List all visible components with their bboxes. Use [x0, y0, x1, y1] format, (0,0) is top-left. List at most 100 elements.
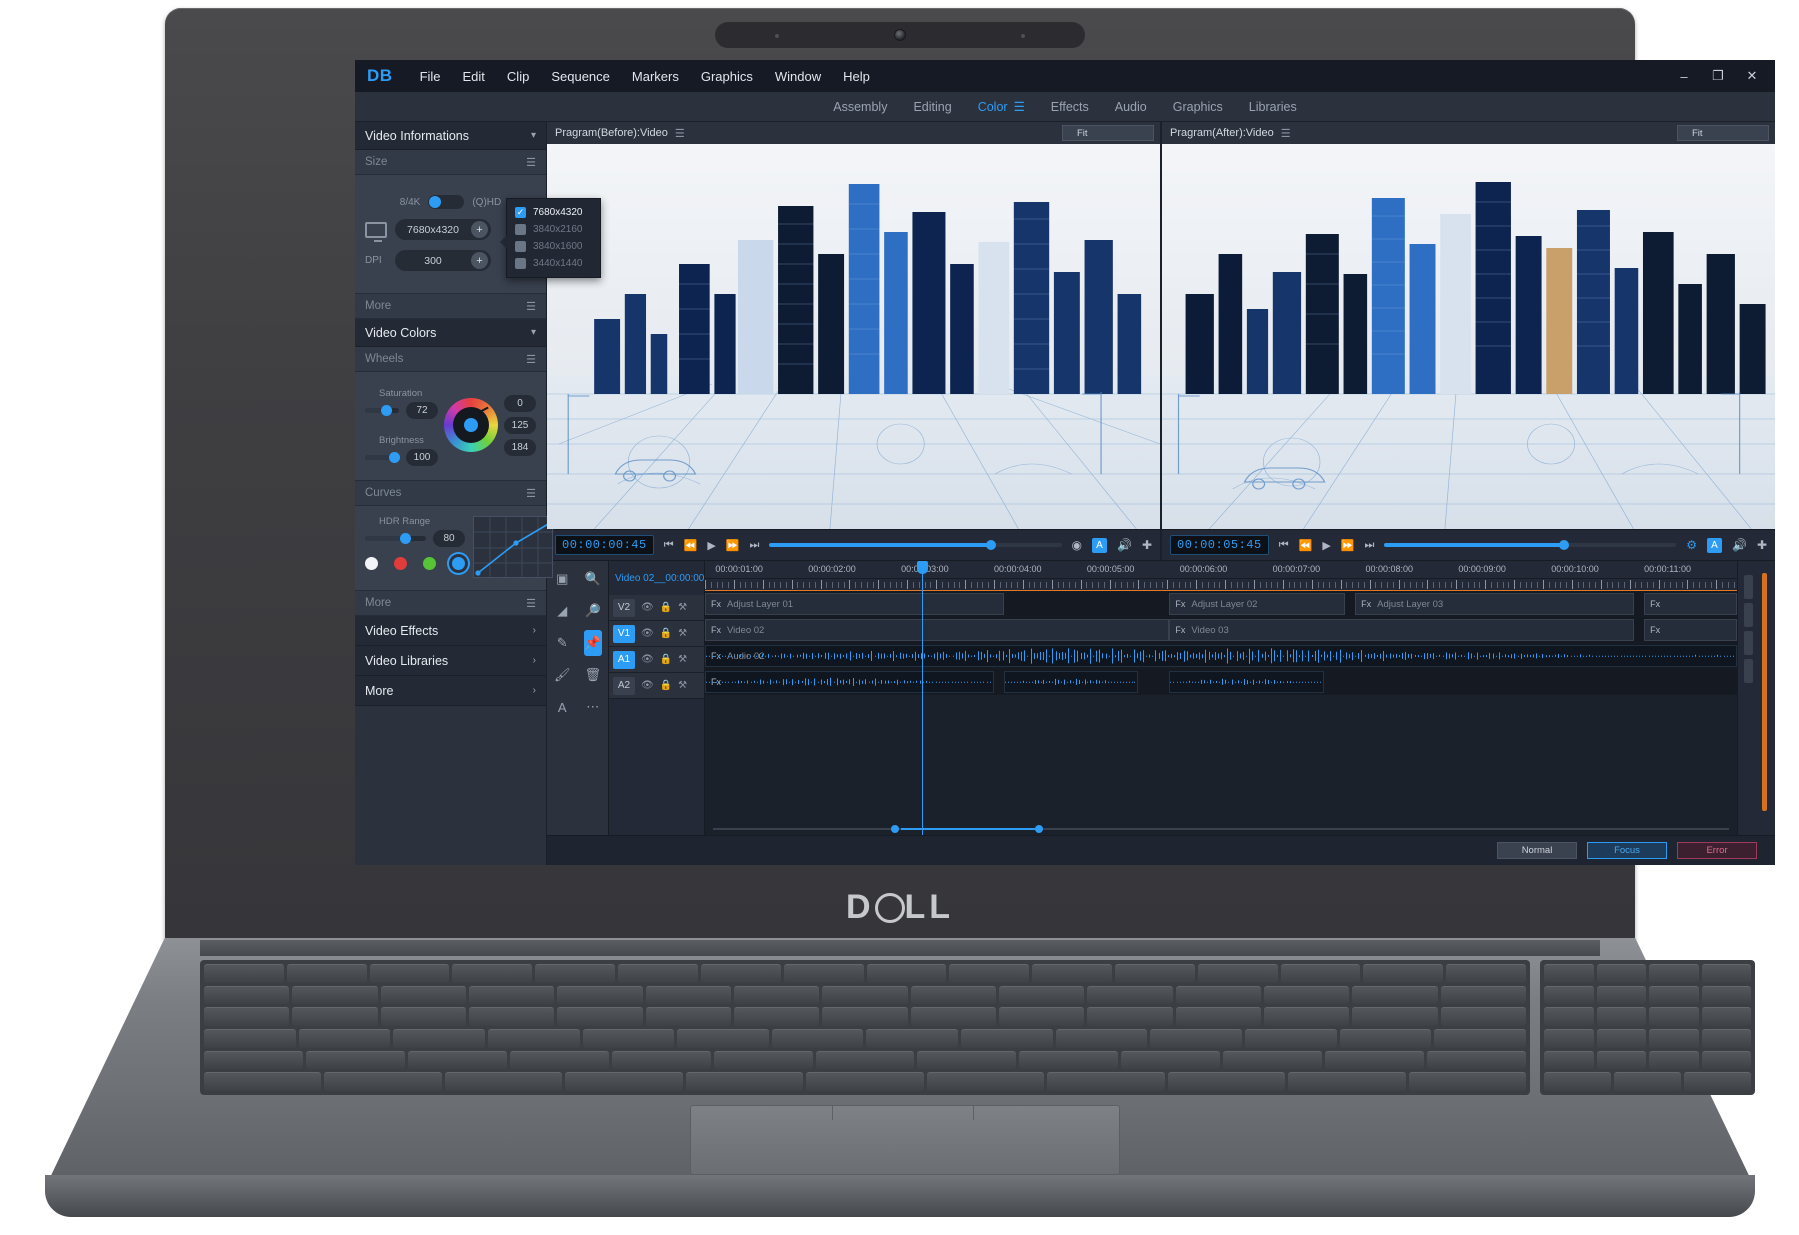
- resolution-dropdown[interactable]: 7680x4320 3840x2160 3840x1600: [506, 198, 601, 278]
- keyboard-key[interactable]: [1115, 964, 1195, 983]
- volume-icon[interactable]: 🔊: [1732, 538, 1747, 552]
- keyboard-key[interactable]: [469, 1007, 554, 1026]
- numpad-key[interactable]: [1544, 1072, 1611, 1091]
- keyboard-key[interactable]: [646, 986, 731, 1005]
- play-icon[interactable]: ▶: [1322, 539, 1330, 552]
- subsection-wheels[interactable]: Wheels ☰: [355, 347, 546, 372]
- keyboard-key[interactable]: [911, 986, 996, 1005]
- settings-icon[interactable]: ✚: [1142, 538, 1152, 552]
- hdr-range-slider[interactable]: [365, 536, 426, 541]
- chevron-down-icon[interactable]: ▾: [531, 327, 536, 338]
- timeline-clip[interactable]: FxAdjust Layer 03: [1355, 593, 1634, 615]
- keyboard-key[interactable]: [806, 1072, 923, 1091]
- keyboard-key[interactable]: [557, 1007, 642, 1026]
- keyboard-key[interactable]: [999, 1007, 1084, 1026]
- numpad-key[interactable]: [1544, 986, 1594, 1005]
- keyboard-key[interactable]: [445, 1072, 562, 1091]
- scrubber-before[interactable]: [769, 543, 1061, 547]
- saturation-value[interactable]: 72: [406, 402, 438, 419]
- timeline-clip-audio[interactable]: Fx: [705, 671, 994, 693]
- numpad-key[interactable]: [1649, 1029, 1699, 1048]
- dropdown-option-3840x1600[interactable]: 3840x1600: [511, 238, 596, 255]
- step-forward-icon[interactable]: ⏩: [726, 539, 740, 552]
- keyboard-key[interactable]: [1245, 1029, 1337, 1048]
- numpad-key[interactable]: [1649, 986, 1699, 1005]
- eye-icon[interactable]: 👁: [641, 628, 654, 639]
- numpad-key[interactable]: [1649, 1051, 1699, 1070]
- keyboard-key[interactable]: [1427, 1051, 1526, 1070]
- keyboard-key[interactable]: [324, 1072, 441, 1091]
- keyboard-key[interactable]: [557, 986, 642, 1005]
- time-ruler[interactable]: 00:00:01:00 00:00:02:00 00:00:03:00 00:0…: [705, 561, 1737, 579]
- keyboard-key[interactable]: [1409, 1072, 1526, 1091]
- keyboard-key[interactable]: [1363, 964, 1443, 983]
- tools-icon[interactable]: ⚒: [678, 680, 687, 691]
- keyboard-key[interactable]: [911, 1007, 996, 1026]
- track-header-a2[interactable]: A2 👁 🔒 ⚒: [609, 673, 704, 699]
- lane-v2[interactable]: FxAdjust Layer 01 FxAdjust Layer 02 FxAd…: [705, 591, 1737, 617]
- sidebar-item-video-libraries[interactable]: Video Libraries ›: [355, 646, 546, 676]
- eye-icon[interactable]: 👁: [641, 680, 654, 691]
- subsection-size[interactable]: Size ☰: [355, 150, 546, 175]
- chevron-down-icon[interactable]: ▾: [531, 130, 536, 141]
- lock-icon[interactable]: 🔒: [660, 628, 672, 639]
- tools-icon[interactable]: ⚒: [678, 628, 687, 639]
- keyboard-key[interactable]: [701, 964, 781, 983]
- keyboard-key[interactable]: [1056, 1029, 1148, 1048]
- keyboard-key[interactable]: [1019, 1051, 1118, 1070]
- subsection-more-colors[interactable]: More ☰: [355, 591, 546, 616]
- timeline-clip-audio[interactable]: [1169, 671, 1324, 693]
- tab-overflow-icon[interactable]: ☰: [1014, 99, 1025, 114]
- keyboard-key[interactable]: [866, 1029, 958, 1048]
- keyboard-key[interactable]: [784, 964, 864, 983]
- checkbox-checked-icon[interactable]: [515, 207, 526, 218]
- delete-tool-icon[interactable]: 🗑: [578, 662, 609, 688]
- keyboard-key[interactable]: [1441, 986, 1526, 1005]
- numpad-key[interactable]: [1544, 1029, 1594, 1048]
- rail-segment[interactable]: [1744, 575, 1753, 599]
- dropdown-option-3840x2160[interactable]: 3840x2160: [511, 221, 596, 238]
- rail-segment[interactable]: [1744, 631, 1753, 655]
- minimize-icon[interactable]: –: [1669, 64, 1699, 88]
- numpad-key[interactable]: [1702, 986, 1752, 1005]
- timeline-clip-audio[interactable]: [1004, 671, 1138, 693]
- zoom-in-tool-icon[interactable]: 🔍: [578, 566, 609, 592]
- keyboard-key[interactable]: [204, 1051, 303, 1070]
- timeline-clip[interactable]: FxAdjust Layer 01: [705, 593, 1004, 615]
- keyboard-key[interactable]: [1032, 964, 1112, 983]
- menu-icon[interactable]: ☰: [526, 156, 536, 169]
- keyboard-key[interactable]: [299, 1029, 391, 1048]
- timeline-clip[interactable]: FxAdjust Layer 02: [1169, 593, 1344, 615]
- keyboard-key[interactable]: [1047, 1072, 1164, 1091]
- keyboard-key[interactable]: [565, 1072, 682, 1091]
- slider-thumb[interactable]: [400, 533, 411, 544]
- curve-graph[interactable]: [473, 516, 553, 578]
- tab-audio[interactable]: Audio: [1115, 100, 1147, 114]
- resolution-stepper[interactable]: 7680x4320 +: [395, 219, 491, 240]
- pin-tool-icon[interactable]: 📌: [584, 630, 603, 656]
- keyboard-key[interactable]: [1087, 986, 1172, 1005]
- keyboard-key[interactable]: [1223, 1051, 1322, 1070]
- numpad-key[interactable]: [1597, 964, 1647, 983]
- keyboard-key[interactable]: [1198, 964, 1278, 983]
- status-badge-normal[interactable]: Normal: [1497, 842, 1577, 859]
- tools-icon[interactable]: ⚒: [678, 654, 687, 665]
- lock-icon[interactable]: 🔒: [660, 654, 672, 665]
- plus-icon[interactable]: +: [471, 221, 488, 238]
- brush-tool-icon[interactable]: 🖌: [547, 662, 578, 688]
- numpad-key[interactable]: [1544, 964, 1594, 983]
- numpad-key[interactable]: [1614, 1072, 1681, 1091]
- zoom-out-tool-icon[interactable]: 🔎: [578, 598, 609, 624]
- keyboard-key[interactable]: [1340, 1029, 1432, 1048]
- numpad-key[interactable]: [1649, 964, 1699, 983]
- keyboard-key[interactable]: [734, 986, 819, 1005]
- tab-graphics[interactable]: Graphics: [1173, 100, 1223, 114]
- section-video-colors[interactable]: Video Colors ▾: [355, 319, 546, 347]
- keyboard-key[interactable]: [686, 1072, 803, 1091]
- keyboard-key[interactable]: [646, 1007, 731, 1026]
- keyboard-key[interactable]: [618, 964, 698, 983]
- keyboard-key[interactable]: [370, 964, 450, 983]
- keyboard-key[interactable]: [1281, 964, 1361, 983]
- menu-markers[interactable]: Markers: [621, 69, 690, 84]
- numpad-key[interactable]: [1649, 1007, 1699, 1026]
